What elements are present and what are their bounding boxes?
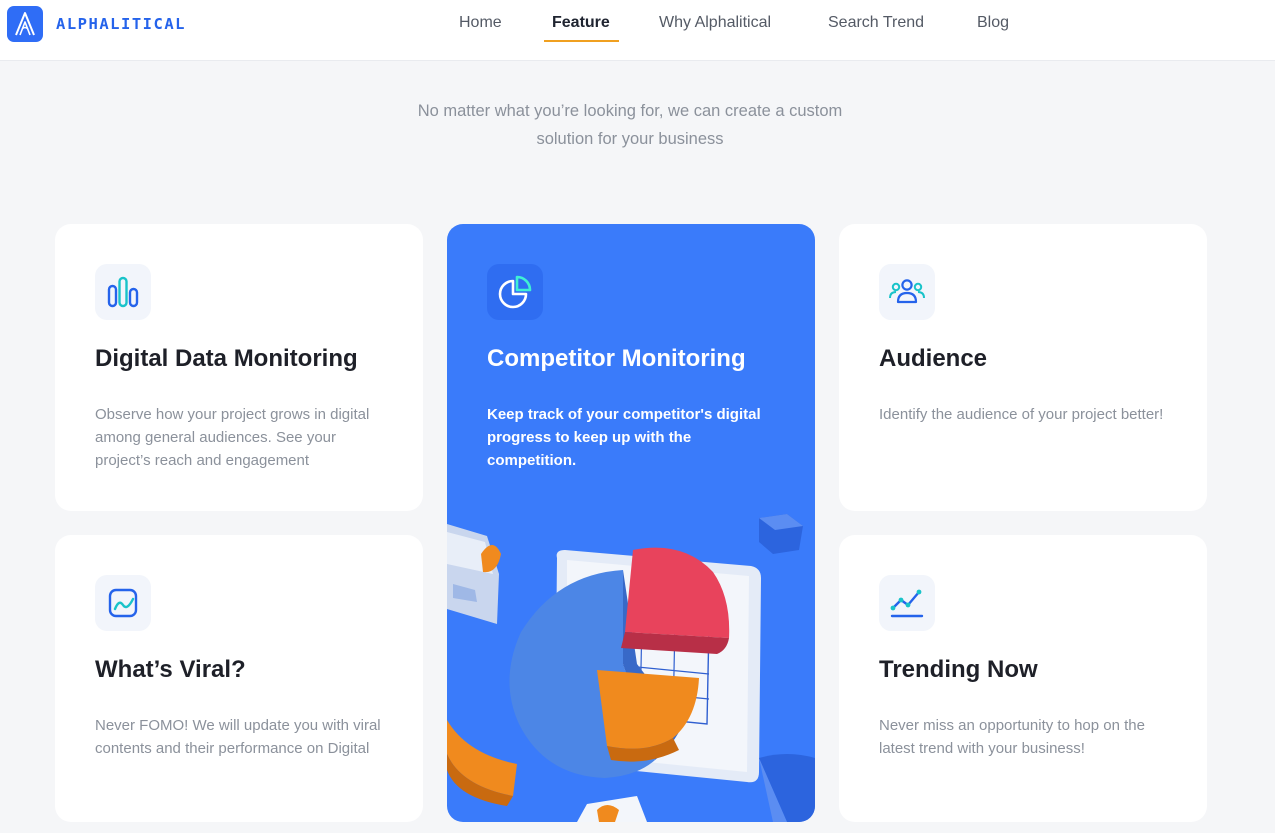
feature-card-digital-data-monitoring[interactable]: Digital Data Monitoring Observe how your… (55, 224, 423, 511)
nav-home[interactable]: Home (459, 14, 502, 44)
nav-why-alphalitical[interactable]: Why Alphalitical (659, 14, 771, 44)
brand-name: ALPHALITICAL (56, 15, 186, 33)
feature-card-whats-viral[interactable]: What’s Viral? Never FOMO! We will update… (55, 535, 423, 822)
card-description: Observe how your project grows in digita… (95, 406, 370, 469)
feature-card-audience[interactable]: Audience Identify the audience of your p… (839, 224, 1207, 511)
chart-window-icon (95, 575, 151, 631)
card-title: Trending Now (879, 656, 1038, 683)
card-description: Identify the audience of your project be… (879, 406, 1164, 423)
feature-card-trending-now[interactable]: Trending Now Never miss an opportunity t… (839, 535, 1207, 822)
card-description: Never FOMO! We will update you with vira… (95, 717, 381, 757)
card-title: Digital Data Monitoring (95, 345, 358, 372)
card-description: Keep track of your competitor's digital … (487, 406, 761, 469)
card-description: Never miss an opportunity to hop on the … (879, 717, 1145, 757)
card-title: What’s Viral? (95, 656, 246, 683)
logo-icon (7, 6, 43, 42)
active-nav-indicator (544, 40, 619, 42)
nav-search-trend[interactable]: Search Trend (828, 14, 924, 44)
users-icon (879, 264, 935, 320)
nav-blog[interactable]: Blog (977, 14, 1009, 44)
intro-line-2: solution for your business (536, 130, 724, 148)
intro-line-1: No matter what you’re looking for, we ca… (417, 102, 843, 120)
pie-chart-icon (487, 264, 543, 320)
pie-chart-illustration (447, 514, 815, 822)
top-navbar: ALPHALITICAL Home Feature Why Alphalitic… (0, 0, 1275, 61)
trend-line-icon (879, 575, 935, 631)
brand-logo[interactable]: ALPHALITICAL (7, 6, 186, 42)
section-intro: No matter what you’re looking for, we ca… (390, 97, 870, 153)
card-title: Competitor Monitoring (487, 345, 746, 372)
feature-card-competitor-monitoring[interactable]: Competitor Monitoring Keep track of your… (447, 224, 815, 822)
bar-chart-icon (95, 264, 151, 320)
card-title: Audience (879, 345, 988, 372)
